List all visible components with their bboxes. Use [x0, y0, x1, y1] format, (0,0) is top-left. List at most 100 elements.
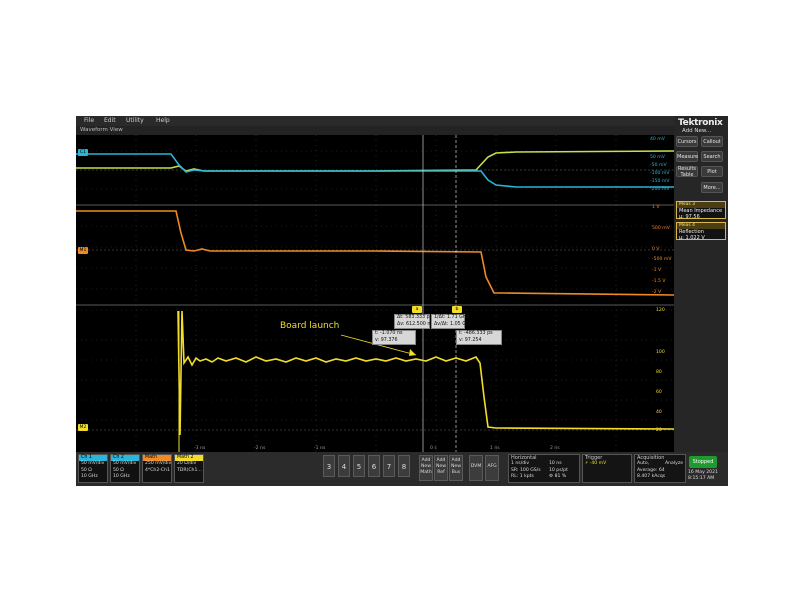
search-button[interactable]: Search — [701, 151, 723, 162]
cursor-readout-delta: Δt: 583.333 ps Δv: 612.500 m — [394, 314, 433, 329]
add-new-bus-button[interactable]: Add New Bus — [449, 455, 463, 481]
ch1-scale-label: 40 mV — [650, 137, 665, 142]
measurement-value: μ: 97.56 — [679, 214, 700, 220]
board-launch-annotation: Board launch — [280, 321, 340, 331]
ch1-offset-marker[interactable]: C1 — [78, 149, 88, 156]
waveform-plot[interactable] — [76, 135, 674, 452]
cursor-b-tag[interactable]: b — [452, 306, 462, 313]
time-label: 8:15:17 AM — [688, 476, 715, 481]
add-label: Bus — [451, 470, 461, 475]
cursor-a-readout: t: -1.070 ns v: 97.376 — [372, 330, 416, 345]
ch1-scale-label: -50 mV — [650, 163, 667, 168]
afg-button[interactable]: AFG — [485, 455, 499, 481]
tdr-trace — [177, 310, 674, 436]
measurement-value: μ: 1.022 V — [679, 235, 705, 241]
math2-offset-marker[interactable]: M2 — [78, 424, 88, 431]
cursor-readout-frequency: 1/Δt: 1.71 GHz Δv/Δt: 1.05 G/s — [431, 314, 471, 329]
channel-6-button[interactable]: 6 — [368, 455, 380, 477]
cursor-a-tag[interactable]: a — [412, 306, 422, 313]
channel-8-button[interactable]: 8 — [398, 455, 410, 477]
trigger-badge[interactable]: Trigger ⚡ -40 mV — [582, 454, 632, 483]
channel-3-button[interactable]: 3 — [323, 455, 335, 477]
time-tick: 2 ns — [550, 446, 560, 451]
math-scale-label: 1 V — [652, 205, 660, 210]
menu-file[interactable]: File — [84, 117, 94, 124]
math-scale-label: -1 V — [652, 268, 662, 273]
tdr-scale-label: 80 — [656, 370, 662, 375]
run-stop-status[interactable]: Stopped — [689, 456, 717, 468]
horizontal-line: ⚙ 81 % — [549, 474, 567, 479]
horizontal-line: RL: 1 kpts — [511, 474, 534, 479]
menu-edit[interactable]: Edit — [104, 117, 116, 124]
annotation-arrowhead — [409, 349, 416, 356]
acquisition-badge[interactable]: Acquisition Auto, Average: 64 8.407 kAcq… — [634, 454, 686, 483]
cursor-readout-line: Δv: 612.500 m — [397, 321, 433, 327]
menu-help[interactable]: Help — [156, 117, 170, 124]
ch1-badge-line: 10 GHz — [81, 474, 98, 479]
cursor-readout-line: 1/Δt: 1.71 GHz — [434, 315, 470, 320]
add-label: Ref — [437, 470, 445, 475]
more-button[interactable]: More... — [701, 182, 723, 193]
measurement-badge-1[interactable]: Meas 3 Mean Impedance μ: 97.56 — [676, 201, 726, 220]
tdr-scale-label: 100 — [656, 350, 665, 355]
math2-badge-line: TDR(Ch1... — [177, 467, 202, 473]
results-table-button[interactable]: Results Table — [676, 166, 698, 177]
tdr-scale-label: 120 — [656, 308, 665, 313]
math-badge-line: 4*Ch2-Ch1 — [145, 467, 170, 473]
tdr-scale-label: 60 — [656, 390, 662, 395]
time-tick: -3 ns — [194, 446, 206, 451]
waveform-view-title: Waveform View — [80, 127, 123, 133]
cursor-readout-line: v: 97.376 — [375, 337, 398, 343]
cursor-readout-line: Δt: 583.333 ps — [397, 315, 433, 320]
settings-bar: Ch 1 50 mV/div 50 Ω 10 GHz Ch 2 50 mV/di… — [76, 452, 728, 486]
measure-button[interactable]: Measure — [676, 151, 698, 162]
math-badge-line: 250 mV/div — [145, 461, 172, 466]
ch1-scale-label: -100 mV — [650, 171, 670, 176]
channel-5-button[interactable]: 5 — [353, 455, 365, 477]
add-new-ref-button[interactable]: Add New Ref — [434, 455, 448, 481]
plot-button[interactable]: Plot — [701, 166, 723, 177]
dvm-button[interactable]: DVM — [469, 455, 483, 481]
ch1-scale-label: -150 mV — [650, 179, 670, 184]
add-new-math-button[interactable]: Add New Math — [419, 455, 433, 481]
waveform-svg — [76, 135, 674, 452]
math2-badge[interactable]: Math 2 20 Ω/div TDR(Ch1... — [174, 454, 204, 483]
acquisition-line: 8.407 kAcqs — [637, 474, 666, 479]
menu-bar: File Edit Utility Help — [76, 116, 674, 126]
ch1-trace — [76, 153, 674, 188]
math-trace — [76, 210, 674, 296]
tdr-scale-label: 40 — [656, 410, 662, 415]
add-new-label: Add New... — [682, 128, 712, 134]
channel-4-button[interactable]: 4 — [338, 455, 350, 477]
tektronix-logo: Tektronix — [678, 118, 723, 128]
channel-7-button[interactable]: 7 — [383, 455, 395, 477]
waveform-view-titlebar: Waveform View — [76, 126, 674, 135]
menu-utility[interactable]: Utility — [126, 117, 144, 124]
math-scale-label: -2 V — [652, 290, 662, 295]
math-scale-label: -1.5 V — [652, 279, 666, 284]
measurement-badge-2[interactable]: Meas 4 Reflection μ: 1.022 V — [676, 222, 726, 241]
time-tick: 0 s — [430, 446, 437, 451]
oscilloscope-window: File Edit Utility Help Waveform View Tek… — [76, 116, 728, 486]
time-tick: 1 ns — [490, 446, 500, 451]
callout-button[interactable]: Callout — [701, 136, 723, 147]
cursor-readout-line: Δv/Δt: 1.05 G/s — [434, 321, 471, 327]
ch2-badge-line: 10 GHz — [113, 474, 130, 479]
ch1-scale-label: -200 mV — [650, 187, 670, 192]
time-tick: -2 ns — [254, 446, 266, 451]
date-time: 16 May 2021 8:15:17 AM — [688, 470, 718, 482]
cursors-button[interactable]: Cursors — [676, 136, 698, 147]
ch1-badge[interactable]: Ch 1 50 mV/div 50 Ω 10 GHz — [78, 454, 108, 483]
math-scale-label: -500 mV — [652, 257, 672, 262]
right-panel: Tektronix Add New... Cursors Callout Mea… — [674, 116, 728, 452]
horizontal-badge[interactable]: Horizontal 1 ns/div SR: 100 GS/s RL: 1 k… — [508, 454, 580, 483]
cursor-b-readout: t: -486.333 ps v: 97.254 — [456, 330, 502, 345]
tdr-scale-label: 20 — [656, 428, 662, 433]
trigger-level: ⚡ -40 mV — [585, 461, 607, 466]
math-badge[interactable]: Math 250 mV/div 4*Ch2-Ch1 — [142, 454, 172, 483]
add-label: Math — [420, 470, 432, 475]
ch2-badge-line: 50 mV/div — [113, 461, 137, 466]
ch2-badge[interactable]: Ch 2 50 mV/div 50 Ω 10 GHz — [110, 454, 140, 483]
math-offset-marker[interactable]: M1 — [78, 247, 88, 254]
ch1-badge-line: 50 mV/div — [81, 461, 105, 466]
